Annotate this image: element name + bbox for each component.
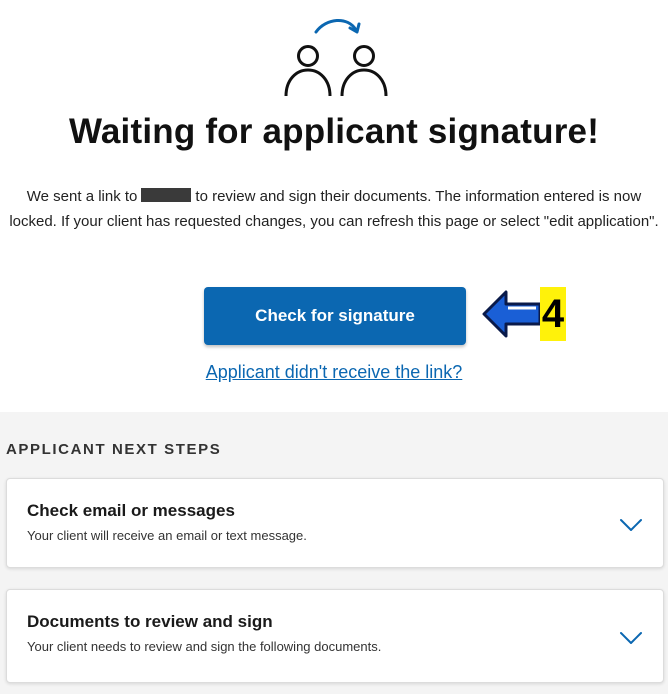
step-number-badge: 4 <box>540 287 566 341</box>
step-accordion-email[interactable]: Check email or messages Your client will… <box>6 478 664 568</box>
arrow-left-icon <box>482 290 542 338</box>
link-not-received[interactable]: Applicant didn't receive the link? <box>0 362 668 383</box>
step-title: Documents to review and sign <box>27 612 273 631</box>
step-description: Your client needs to review and sign the… <box>27 639 382 654</box>
status-message: We sent a link to to review and sign thei… <box>6 184 662 234</box>
chevron-down-icon[interactable] <box>619 518 643 532</box>
step-description: Your client will receive an email or tex… <box>27 528 307 543</box>
step-title: Check email or messages <box>27 501 235 520</box>
status-panel: Waiting for applicant signature! We sent… <box>0 0 668 412</box>
message-before: We sent a link to <box>26 188 138 205</box>
redacted-recipient <box>141 188 192 202</box>
check-for-signature-button[interactable]: Check for signature <box>204 287 466 345</box>
step-accordion-documents[interactable]: Documents to review and sign Your client… <box>6 589 664 683</box>
page-title: Waiting for applicant signature! <box>68 112 600 151</box>
users-transfer-icon <box>284 19 388 97</box>
next-steps-heading: APPLICANT NEXT STEPS <box>6 441 222 458</box>
chevron-down-icon[interactable] <box>619 631 643 645</box>
